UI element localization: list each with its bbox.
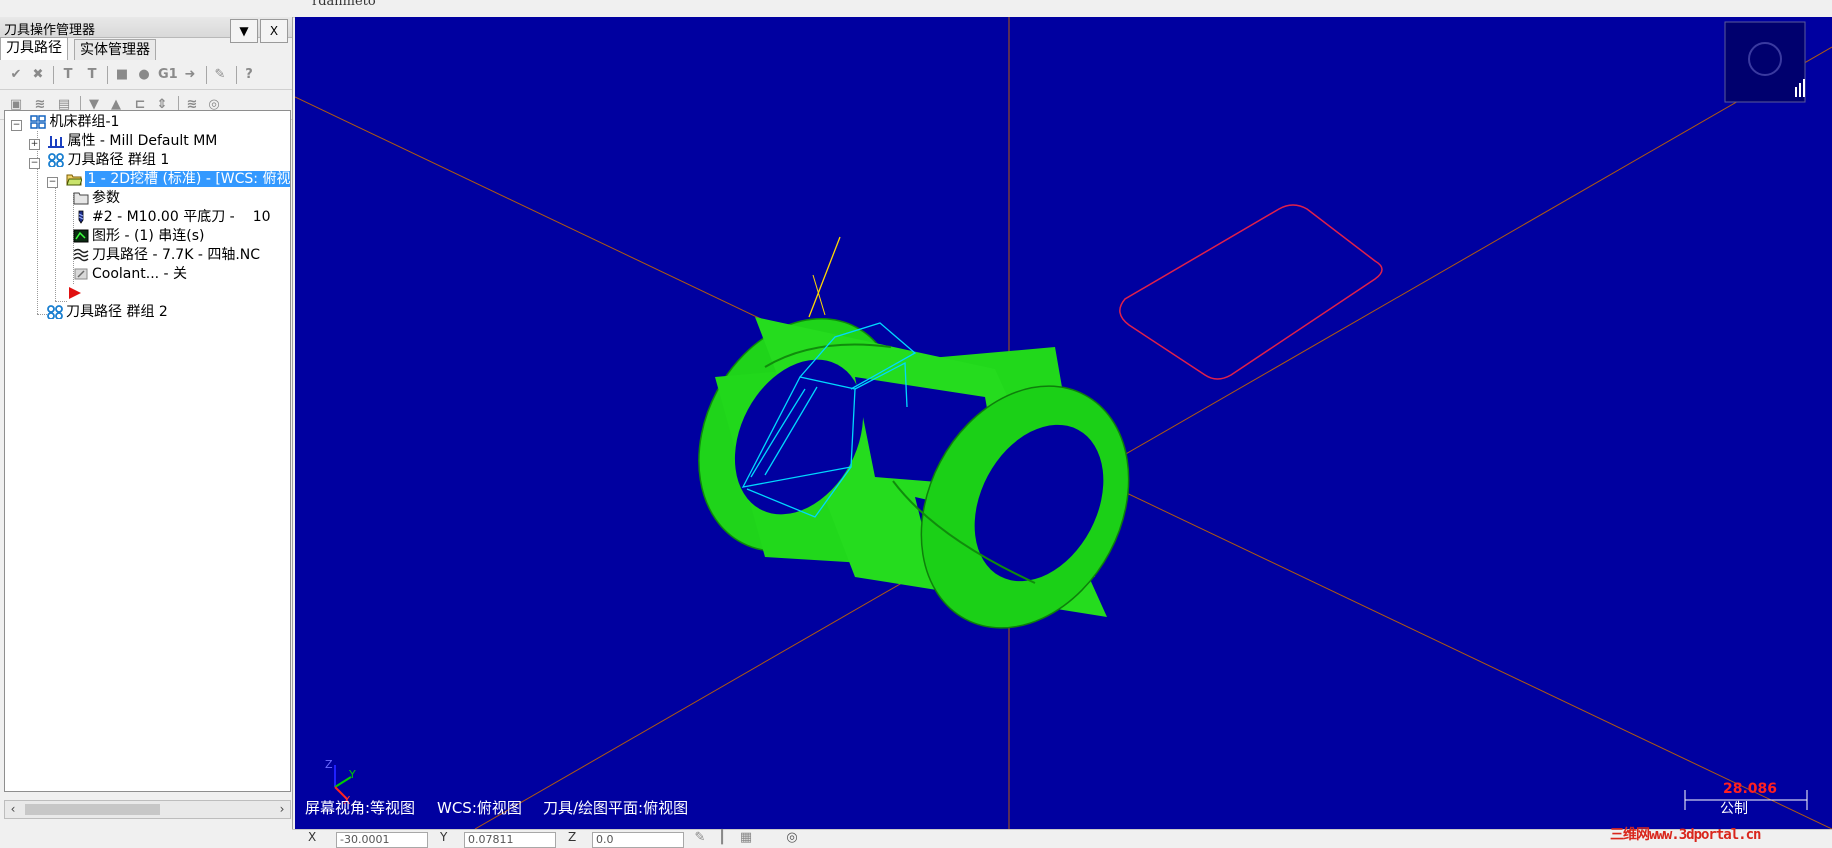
pin-icon[interactable]: ┃ (714, 830, 730, 846)
tree-insert-arrow[interactable] (67, 284, 86, 303)
toolpath-manager-panel: 刀具操作管理器 ▼ X 刀具路径 实体管理器 ✔ ✖ T T ■ ● G1 ➜ … (0, 17, 293, 829)
tree-node-label: 属性 - Mill Default MM (67, 133, 218, 149)
diagonal-axis-line-b (474, 46, 1832, 829)
panel-tabs: 刀具路径 实体管理器 (0, 37, 292, 60)
toolpath-group-icon (48, 153, 65, 168)
scroll-right-icon[interactable]: › (274, 801, 290, 818)
tree-node-tool-number: 10 (252, 209, 271, 225)
toolplane-status: 刀具/绘图平面:俯视图 (543, 799, 689, 817)
tree-node-toolpath-group-1[interactable]: − 刀具路径 群组 1 (29, 151, 169, 170)
machine-group-icon (30, 115, 47, 129)
geometry-icon (73, 229, 89, 243)
coolant-icon (73, 267, 89, 281)
tree-node-geometry[interactable]: 图形 - (1) 串连(s) (73, 227, 204, 246)
tree-node-label: #2 - M10.00 平底刀 - (92, 209, 235, 225)
red-boundary-outline (1119, 204, 1383, 380)
backplot-icon[interactable]: ■ (114, 67, 130, 83)
x-coord-label: X (308, 830, 317, 844)
wcs-status: WCS:俯视图 (437, 799, 522, 817)
toolbar-separator (53, 66, 54, 84)
tree-node-operation-1[interactable]: − 1 - 2D挖槽 (标准) - [WCS: 俯视 (47, 170, 291, 189)
watermark: 三维网www.3dportal.cn (1610, 827, 1761, 843)
toolpath-group-icon (47, 305, 63, 320)
endmill-tool-icon (73, 210, 89, 224)
tree-node-label: 图形 - (1) 串连(s) (92, 228, 205, 244)
help-icon[interactable]: ? (241, 67, 257, 83)
coordinate-statusbar: X -30.0001 Y 0.07811 Z 0.0 ✎ ┃ ▦ ◎ (292, 829, 1832, 848)
toolpath-waves-icon (73, 248, 89, 262)
select-invalid-icon[interactable]: ✖ (30, 67, 46, 83)
tree-horizontal-scrollbar[interactable]: ‹ › (4, 800, 291, 819)
verify-icon[interactable]: ● (136, 67, 152, 83)
toolbar-separator (206, 66, 207, 84)
toolbar-separator (236, 66, 237, 84)
tree-node-toolpath-group-2[interactable]: 刀具路径 群组 2 (47, 303, 168, 322)
toolbar-row-1: ✔ ✖ T T ■ ● G1 ➜ ✎ ? (0, 61, 292, 90)
scene-drawing (295, 17, 1832, 829)
tree-node-label: 刀具路径 群组 1 (67, 152, 170, 168)
tree-node-toolpath[interactable]: 刀具路径 - 7.7K - 四轴.NC (73, 246, 260, 265)
grid-icon[interactable]: ▦ (738, 830, 754, 846)
regenerate-icon[interactable]: T (60, 67, 76, 83)
graphics-viewport[interactable]: Z Y X 屏幕视角:等视图 WCS:俯视图 刀具/绘图平面:俯视图 28.08… (295, 17, 1832, 829)
tree-node-label: 刀具路径 - 7.7K - 四轴.NC (92, 247, 261, 263)
parameters-folder-icon (73, 191, 89, 205)
scroll-thumb[interactable] (25, 804, 160, 815)
tree-node-machine-group[interactable]: − 机床群组-1 (11, 113, 119, 132)
y-coord-label: Y (440, 830, 448, 844)
panel-titlebar: 刀具操作管理器 ▼ X (0, 17, 292, 43)
collapse-icon[interactable]: − (29, 158, 40, 169)
triad-z-label: Z (325, 758, 333, 771)
expand-icon[interactable]: + (29, 139, 40, 150)
autocursor-icon[interactable]: ✎ (692, 830, 708, 846)
post-icon[interactable]: ➜ (182, 67, 198, 83)
properties-icon (48, 134, 65, 148)
tree-connector (37, 314, 47, 315)
tree-node-label: Coolant... - 关 (92, 266, 188, 282)
insert-arrow-icon (67, 286, 83, 300)
view-cube (1724, 21, 1806, 103)
tab-toolpaths[interactable]: 刀具路径 (0, 37, 68, 60)
scale-value: 28.086 (1723, 781, 1778, 797)
panel-title: 刀具操作管理器 (4, 23, 96, 38)
tree-node-parameters[interactable]: 参数 (73, 189, 120, 208)
tree-node-label: 机床群组-1 (49, 114, 120, 130)
tree-node-label: 参数 (92, 190, 120, 206)
collapse-icon[interactable]: − (11, 120, 22, 131)
scroll-left-icon[interactable]: ‹ (5, 801, 21, 818)
operations-tree: − 机床群组-1 + 属性 - Mill Default MM − 刀具路径 群… (4, 110, 291, 792)
tree-node-properties[interactable]: + 属性 - Mill Default MM (29, 132, 217, 151)
tree-node-tool[interactable]: #2 - M10.00 平底刀 - 10 (73, 208, 271, 227)
green-part (698, 317, 1130, 629)
screen-view-status: 屏幕视角:等视图 (305, 799, 416, 817)
tab-solids-manager[interactable]: 实体管理器 (74, 39, 156, 60)
window-title: rdanmeto (312, 0, 376, 9)
simulate-icon[interactable]: G1 (158, 67, 178, 83)
triad-y-label: Y (349, 768, 356, 781)
tree-connector (55, 187, 56, 301)
settings-icon[interactable]: ◎ (784, 830, 800, 846)
scale-unit: 公制 (1720, 801, 1748, 817)
regenerate-dirty-icon[interactable]: T (84, 67, 100, 83)
highfeed-icon[interactable]: ✎ (212, 67, 228, 83)
toolbar-separator (107, 66, 108, 84)
title-strip: rdanmeto (0, 0, 1832, 18)
collapse-icon[interactable]: − (47, 177, 58, 188)
tree-node-coolant[interactable]: Coolant... - 关 (73, 265, 187, 284)
tree-connector (55, 301, 67, 302)
tree-node-label: 1 - 2D挖槽 (标准) - [WCS: 俯视 (85, 171, 291, 187)
open-folder-icon (66, 172, 84, 186)
select-all-icon[interactable]: ✔ (8, 67, 24, 83)
z-coord-label: Z (568, 830, 577, 844)
tree-node-label: 刀具路径 群组 2 (66, 304, 168, 320)
